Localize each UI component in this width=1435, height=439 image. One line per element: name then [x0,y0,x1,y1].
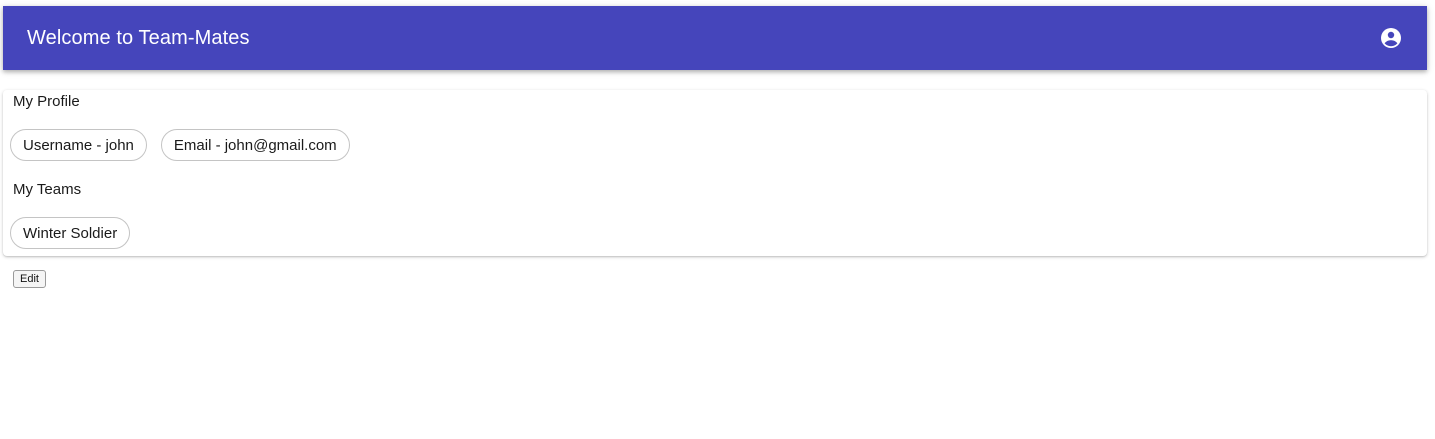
username-chip: Username - john [10,129,147,161]
app-title: Welcome to Team-Mates [27,26,250,49]
profile-card: My Profile Username - john Email - john@… [3,90,1427,256]
edit-button[interactable]: Edit [13,270,46,288]
my-profile-heading: My Profile [13,93,80,110]
team-chip: Winter Soldier [10,217,131,249]
account-button[interactable] [1367,14,1415,62]
profile-chip-row: Username - john Email - john@gmail.com [10,129,350,161]
account-circle-icon [1381,28,1401,48]
my-teams-heading: My Teams [13,181,82,198]
app-bar: Welcome to Team-Mates [3,6,1427,70]
email-chip: Email - john@gmail.com [160,129,350,161]
teams-chip-row: Winter Soldier [10,217,131,249]
